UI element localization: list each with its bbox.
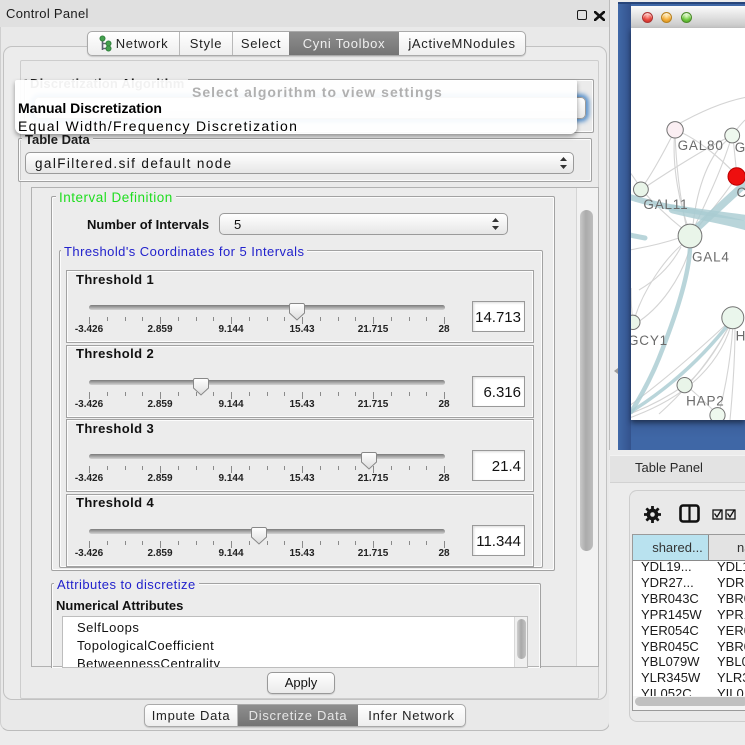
svg-text:GCY1: GCY1 (631, 333, 668, 348)
svg-text:GAL11: GAL11 (643, 197, 688, 212)
svg-text:GA: GA (735, 140, 745, 155)
svg-text:H: H (736, 329, 745, 344)
svg-text:C: C (737, 185, 745, 200)
svg-text:GAL80: GAL80 (678, 138, 724, 153)
svg-text:GAL4: GAL4 (692, 249, 730, 264)
svg-text:HAP2: HAP2 (686, 394, 724, 409)
